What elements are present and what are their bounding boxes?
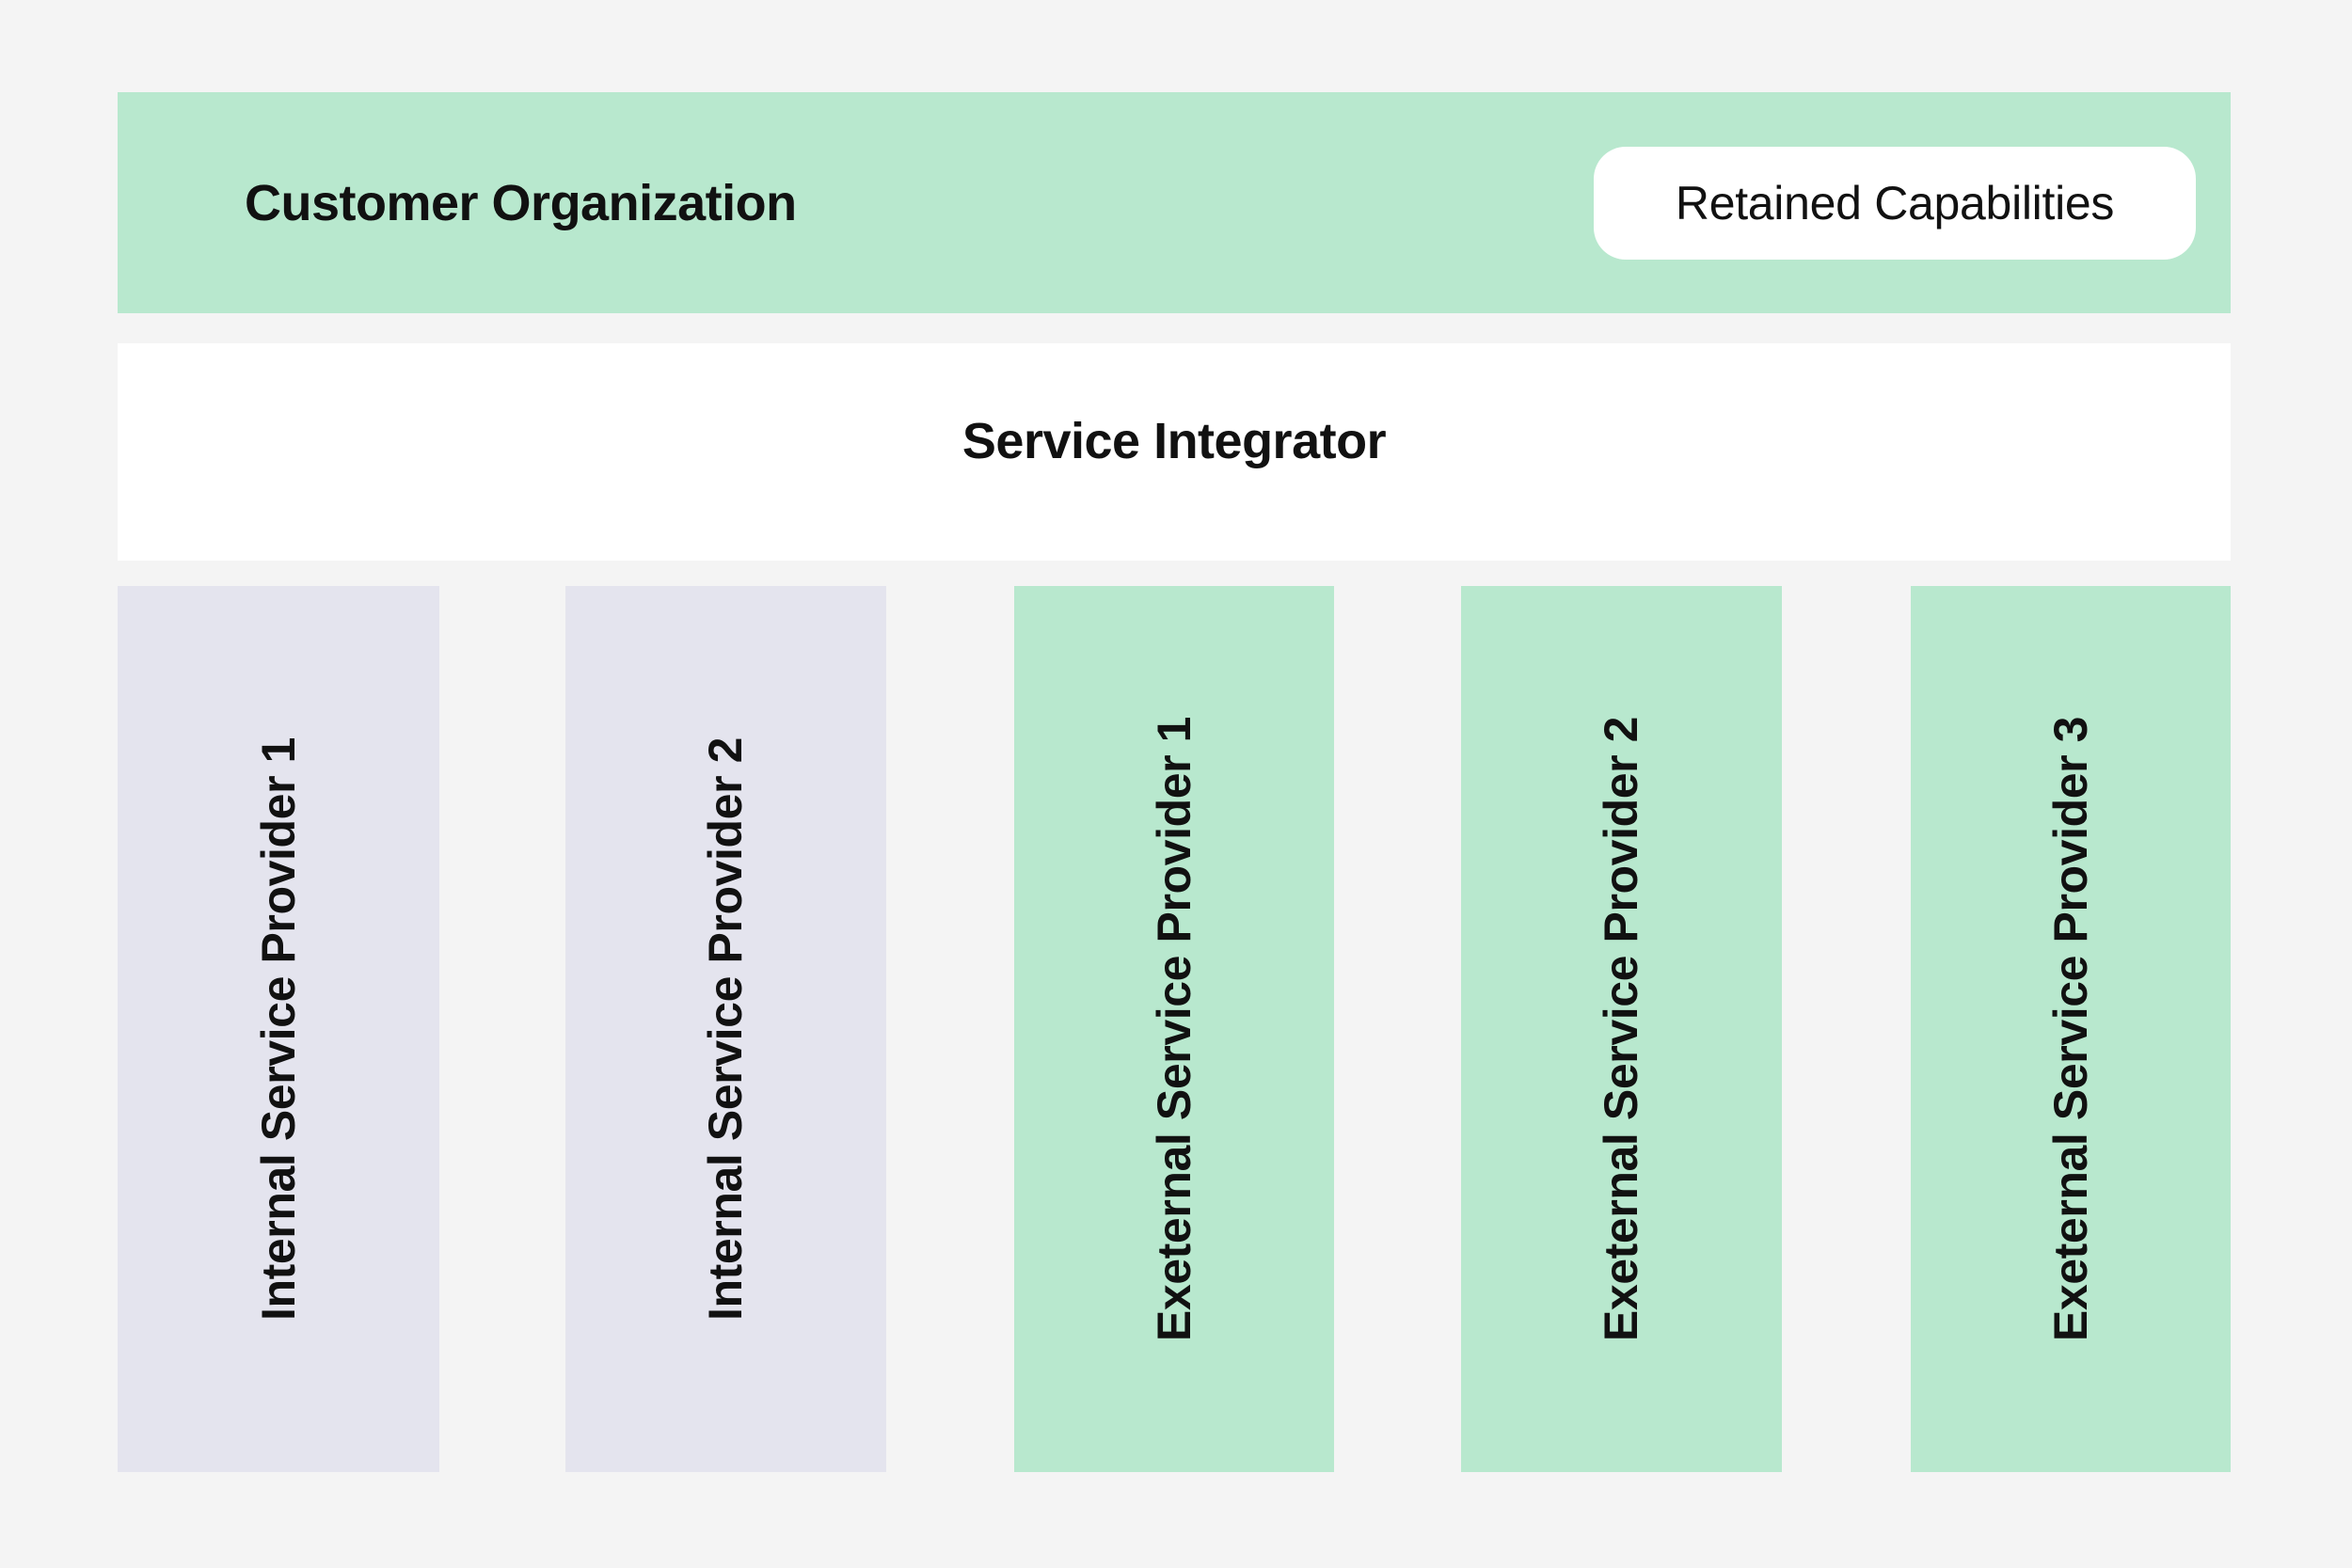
provider-column-internal-1: Internal Service Provider 1 <box>118 586 439 1472</box>
service-integrator-title: Service Integrator <box>961 412 1387 469</box>
provider-column-label: Internal Service Provider 1 <box>252 736 305 1322</box>
customer-organization-band: Customer Organization Retained Capabilit… <box>118 92 2231 313</box>
provider-column-external-2: Exeternal Service Provider 2 <box>1461 586 1782 1472</box>
customer-organization-title: Customer Organization <box>245 174 797 231</box>
provider-column-label: Exeternal Service Provider 2 <box>1595 716 1648 1342</box>
provider-column-label: Exeternal Service Provider 1 <box>1148 716 1201 1342</box>
provider-column-label: Internal Service Provider 2 <box>699 736 753 1322</box>
retained-capabilities-label: Retained Capabilities <box>1675 176 2115 230</box>
retained-capabilities-chip[interactable]: Retained Capabilities <box>1594 146 2196 260</box>
provider-column-label: Exeternal Service Provider 3 <box>2044 716 2098 1342</box>
provider-column-external-1: Exeternal Service Provider 1 <box>1014 586 1334 1472</box>
provider-column-external-3: Exeternal Service Provider 3 <box>1911 586 2231 1472</box>
diagram-canvas: Customer Organization Retained Capabilit… <box>0 0 2352 1568</box>
service-integrator-band: Service Integrator <box>118 343 2231 561</box>
provider-column-internal-2: Internal Service Provider 2 <box>565 586 886 1472</box>
